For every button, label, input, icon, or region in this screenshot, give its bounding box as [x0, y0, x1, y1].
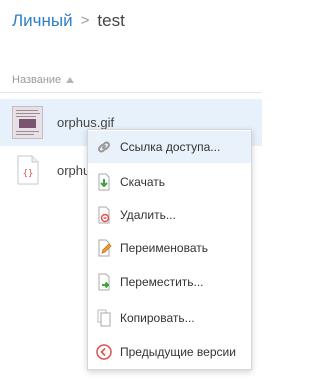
breadcrumb-root-link[interactable]: Личный: [12, 11, 73, 31]
context-menu: Ссылка доступа... Скачать Удалить... Пер…: [87, 129, 252, 370]
menu-item-previous-versions[interactable]: Предыдущие версии: [88, 336, 251, 368]
breadcrumb-current: test: [97, 11, 125, 30]
rename-icon: [98, 239, 112, 257]
download-icon: [98, 173, 110, 191]
breadcrumb: Личный > test: [12, 8, 125, 34]
menu-item-label: Предыдущие версии: [120, 345, 236, 359]
file-name[interactable]: orphu: [57, 163, 90, 178]
menu-item-move[interactable]: Переместить...: [88, 266, 251, 298]
move-icon: [98, 273, 110, 291]
menu-item-label: Скачать: [120, 175, 165, 189]
file-name[interactable]: orphus.gif: [57, 115, 114, 130]
name-column-header[interactable]: Название: [12, 73, 75, 87]
breadcrumb-separator-icon: >: [80, 11, 90, 29]
history-icon: [96, 344, 112, 360]
menu-item-share-link[interactable]: Ссылка доступа...: [88, 131, 251, 163]
menu-item-label: Ссылка доступа...: [120, 140, 221, 154]
copy-icon: [97, 309, 111, 327]
menu-item-download[interactable]: Скачать: [88, 166, 251, 198]
menu-item-copy[interactable]: Копировать...: [88, 302, 251, 334]
menu-item-label: Копировать...: [120, 311, 195, 325]
svg-text:{}: {}: [23, 169, 34, 179]
header-divider: [0, 92, 262, 93]
link-icon: [98, 141, 110, 153]
menu-item-delete[interactable]: Удалить...: [88, 199, 251, 231]
sort-ascending-icon: [66, 77, 75, 83]
menu-item-label: Удалить...: [120, 208, 176, 222]
menu-item-rename[interactable]: Переименовать: [88, 232, 251, 264]
menu-item-label: Переименовать: [120, 241, 208, 255]
delete-icon: [98, 206, 110, 224]
menu-item-label: Переместить...: [120, 275, 204, 289]
code-file-icon: {}: [17, 155, 39, 185]
name-column-label: Название: [12, 74, 62, 86]
image-thumbnail: [12, 106, 43, 139]
